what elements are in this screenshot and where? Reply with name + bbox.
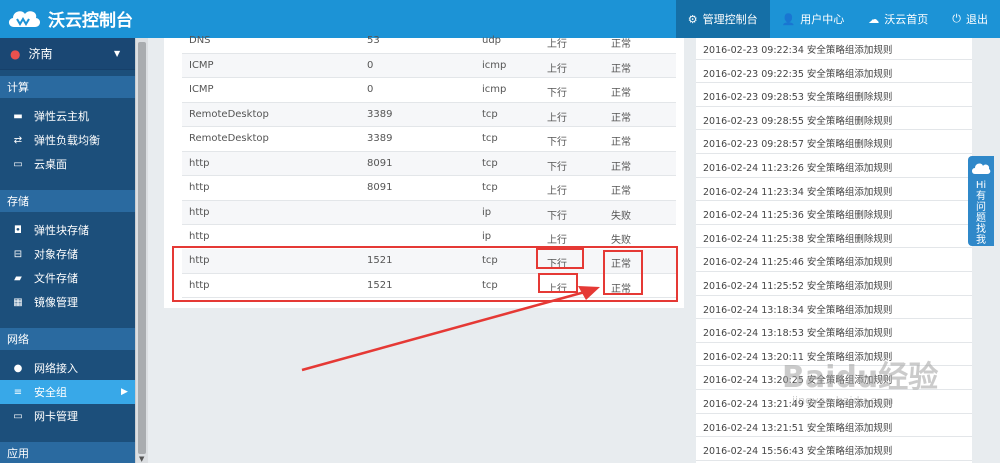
highlight-arrow-icon <box>301 286 600 372</box>
